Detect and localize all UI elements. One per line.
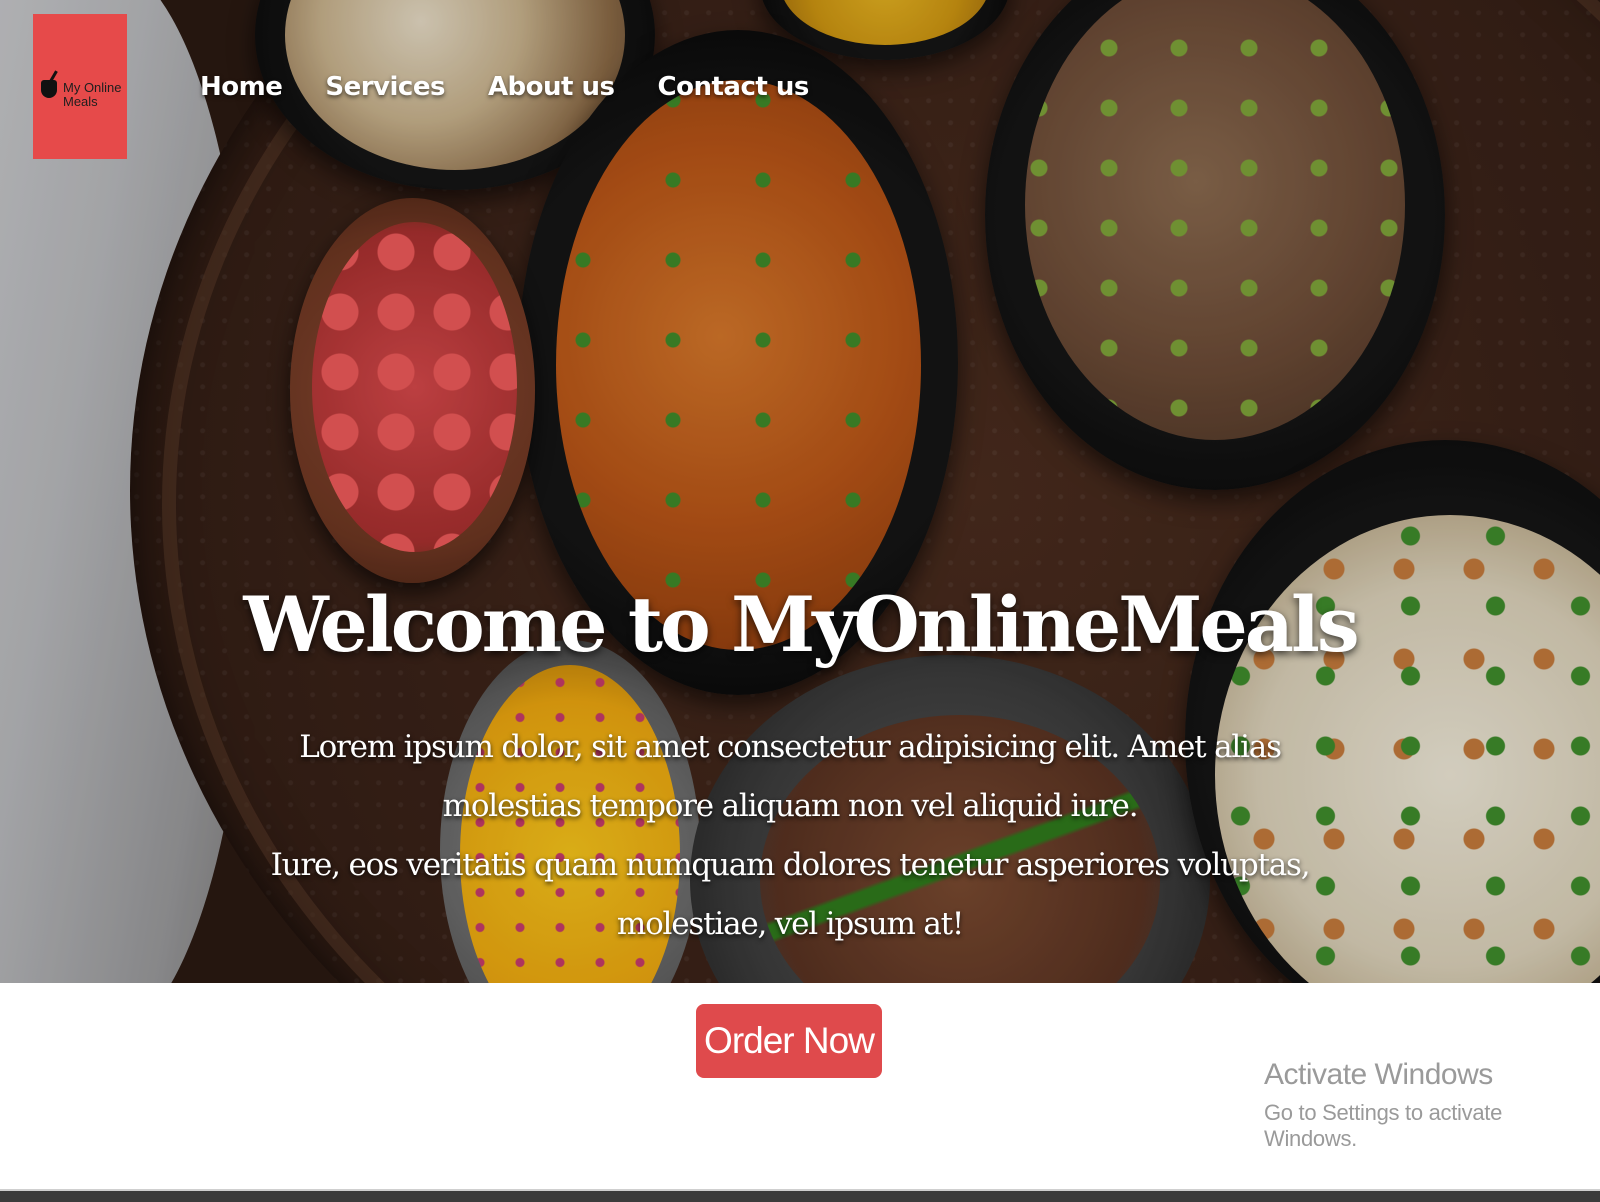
hero-title: Welcome to MyOnlineMeals (243, 580, 1359, 669)
logo-text: My Online Meals (63, 79, 122, 109)
site-logo[interactable]: My Online Meals (33, 14, 127, 159)
main-nav: Home Services About us Contact us (200, 72, 852, 102)
hero-paragraph: Iure, eos veritatis quam numquam dolores… (270, 847, 1311, 942)
activate-windows-watermark: Activate Windows Go to Settings to activ… (1264, 1058, 1600, 1152)
nav-link-contact-us[interactable]: Contact us (658, 72, 810, 102)
order-now-button[interactable]: Order Now (696, 1004, 882, 1078)
chopsticks-bowl-icon (39, 69, 61, 100)
nav-link-services[interactable]: Services (325, 72, 445, 102)
hero-description: Lorem ipsum dolor, sit amet consectetur … (230, 718, 1350, 954)
nav-link-about-us[interactable]: About us (488, 72, 615, 102)
watermark-subtitle: Go to Settings to activate Windows. (1264, 1100, 1503, 1151)
hero-section: Welcome to MyOnlineMeals Lorem ipsum dol… (0, 0, 1600, 983)
window-bottom-edge (0, 1189, 1600, 1202)
watermark-title: Activate Windows (1264, 1058, 1493, 1091)
hero-paragraph: Lorem ipsum dolor, sit amet consectetur … (299, 729, 1282, 824)
nav-link-home[interactable]: Home (200, 72, 283, 102)
